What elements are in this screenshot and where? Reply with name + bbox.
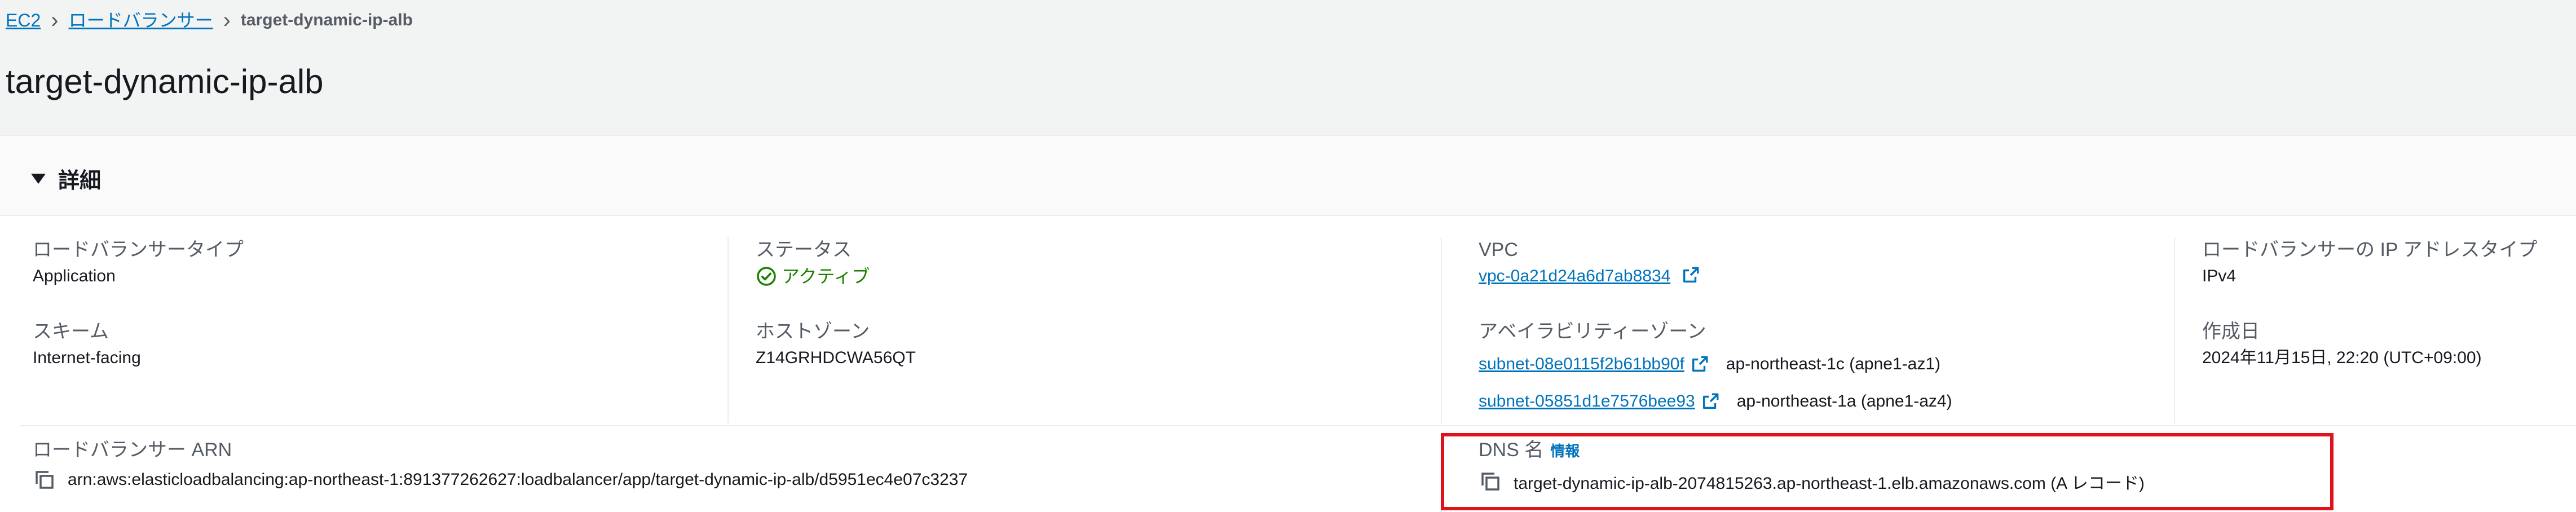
lb-type-field: ロードバランサータイプ Application xyxy=(33,237,244,288)
lb-type-value: Application xyxy=(33,267,116,285)
caret-down-icon xyxy=(31,173,46,184)
check-circle-icon xyxy=(757,267,776,286)
az-item: subnet-05851d1e7576bee93 ap-northeast-1a… xyxy=(1479,385,1952,418)
breadcrumb-load-balancers[interactable]: ロードバランサー xyxy=(69,8,213,33)
breadcrumb-current: target-dynamic-ip-alb xyxy=(240,11,413,29)
subnet-link[interactable]: subnet-08e0115f2b61bb90f xyxy=(1479,355,1684,374)
breadcrumb-ec2[interactable]: EC2 xyxy=(6,8,41,33)
availability-zones-field: アベイラビリティーゾーン subnet-08e0115f2b61bb90f ap… xyxy=(1479,319,1952,418)
details-panel-header: 詳細 xyxy=(0,136,2576,216)
vpc-link[interactable]: vpc-0a21d24a6d7ab8834 xyxy=(1479,267,1670,285)
scheme-field: スキーム Internet-facing xyxy=(33,319,141,370)
details-toggle-button[interactable]: 詳細 xyxy=(31,163,101,194)
ip-address-type-field: ロードバランサーの IP アドレスタイプ IPv4 xyxy=(2202,237,2537,288)
column-divider xyxy=(727,237,729,423)
column-divider xyxy=(1441,237,1442,423)
vpc-field: VPC vpc-0a21d24a6d7ab8834 xyxy=(1479,237,1700,288)
page-title: target-dynamic-ip-alb xyxy=(6,63,324,100)
details-section-title: 詳細 xyxy=(58,169,102,193)
az-zone: ap-northeast-1c (apne1-az1) xyxy=(1726,355,1940,373)
breadcrumb: EC2 › ロードバランサー › target-dynamic-ip-alb xyxy=(6,8,413,33)
arn-copy-row: arn:aws:elasticloadbalancing:ap-northeas… xyxy=(33,468,968,492)
az-zone: ap-northeast-1a (apne1-az4) xyxy=(1736,392,1952,411)
subnet-link[interactable]: subnet-05851d1e7576bee93 xyxy=(1479,392,1695,411)
scheme-value: Internet-facing xyxy=(33,348,141,367)
chevron-right-icon: › xyxy=(51,8,59,33)
status-badge: アクティブ xyxy=(756,264,870,288)
az-item: subnet-08e0115f2b61bb90f ap-northeast-1c… xyxy=(1479,347,1952,381)
created-field: 作成日 2024年11月15日, 22:20 (UTC+09:00) xyxy=(2202,319,2482,370)
arn-label: ロードバランサー ARN xyxy=(33,439,232,461)
copy-icon[interactable] xyxy=(33,468,56,492)
external-link-icon[interactable] xyxy=(1690,355,1709,374)
hosted-zone-field: ホストゾーン Z14GRHDCWA56QT xyxy=(756,319,916,370)
status-label: ステータス xyxy=(756,239,852,261)
external-link-icon[interactable] xyxy=(1681,266,1700,285)
status-field: ステータス アクティブ xyxy=(756,237,870,288)
external-link-icon[interactable] xyxy=(1701,392,1720,411)
scheme-label: スキーム xyxy=(33,321,109,342)
arn-value: arn:aws:elasticloadbalancing:ap-northeas… xyxy=(68,470,968,489)
availability-zones-label: アベイラビリティーゾーン xyxy=(1479,321,1706,342)
created-label: 作成日 xyxy=(2202,321,2260,342)
status-value: アクティブ xyxy=(782,266,870,286)
vpc-label: VPC xyxy=(1479,239,1518,261)
ip-address-type-label: ロードバランサーの IP アドレスタイプ xyxy=(2202,239,2538,261)
vpc-value: vpc-0a21d24a6d7ab8834 xyxy=(1479,264,1700,288)
page: EC2 › ロードバランサー › target-dynamic-ip-alb t… xyxy=(0,0,2576,512)
lb-type-label: ロードバランサータイプ xyxy=(33,239,244,261)
ip-address-type-value: IPv4 xyxy=(2202,267,2237,285)
row-divider xyxy=(20,425,2576,426)
hosted-zone-label: ホストゾーン xyxy=(756,321,870,342)
column-divider xyxy=(2174,237,2175,423)
hosted-zone-value: Z14GRHDCWA56QT xyxy=(756,348,916,367)
created-value: 2024年11月15日, 22:20 (UTC+09:00) xyxy=(2202,348,2482,367)
dns-highlight-box xyxy=(1441,433,2334,510)
arn-field: ロードバランサー ARN arn:aws:elasticloadbalancin… xyxy=(33,438,968,492)
chevron-right-icon: › xyxy=(223,8,231,33)
